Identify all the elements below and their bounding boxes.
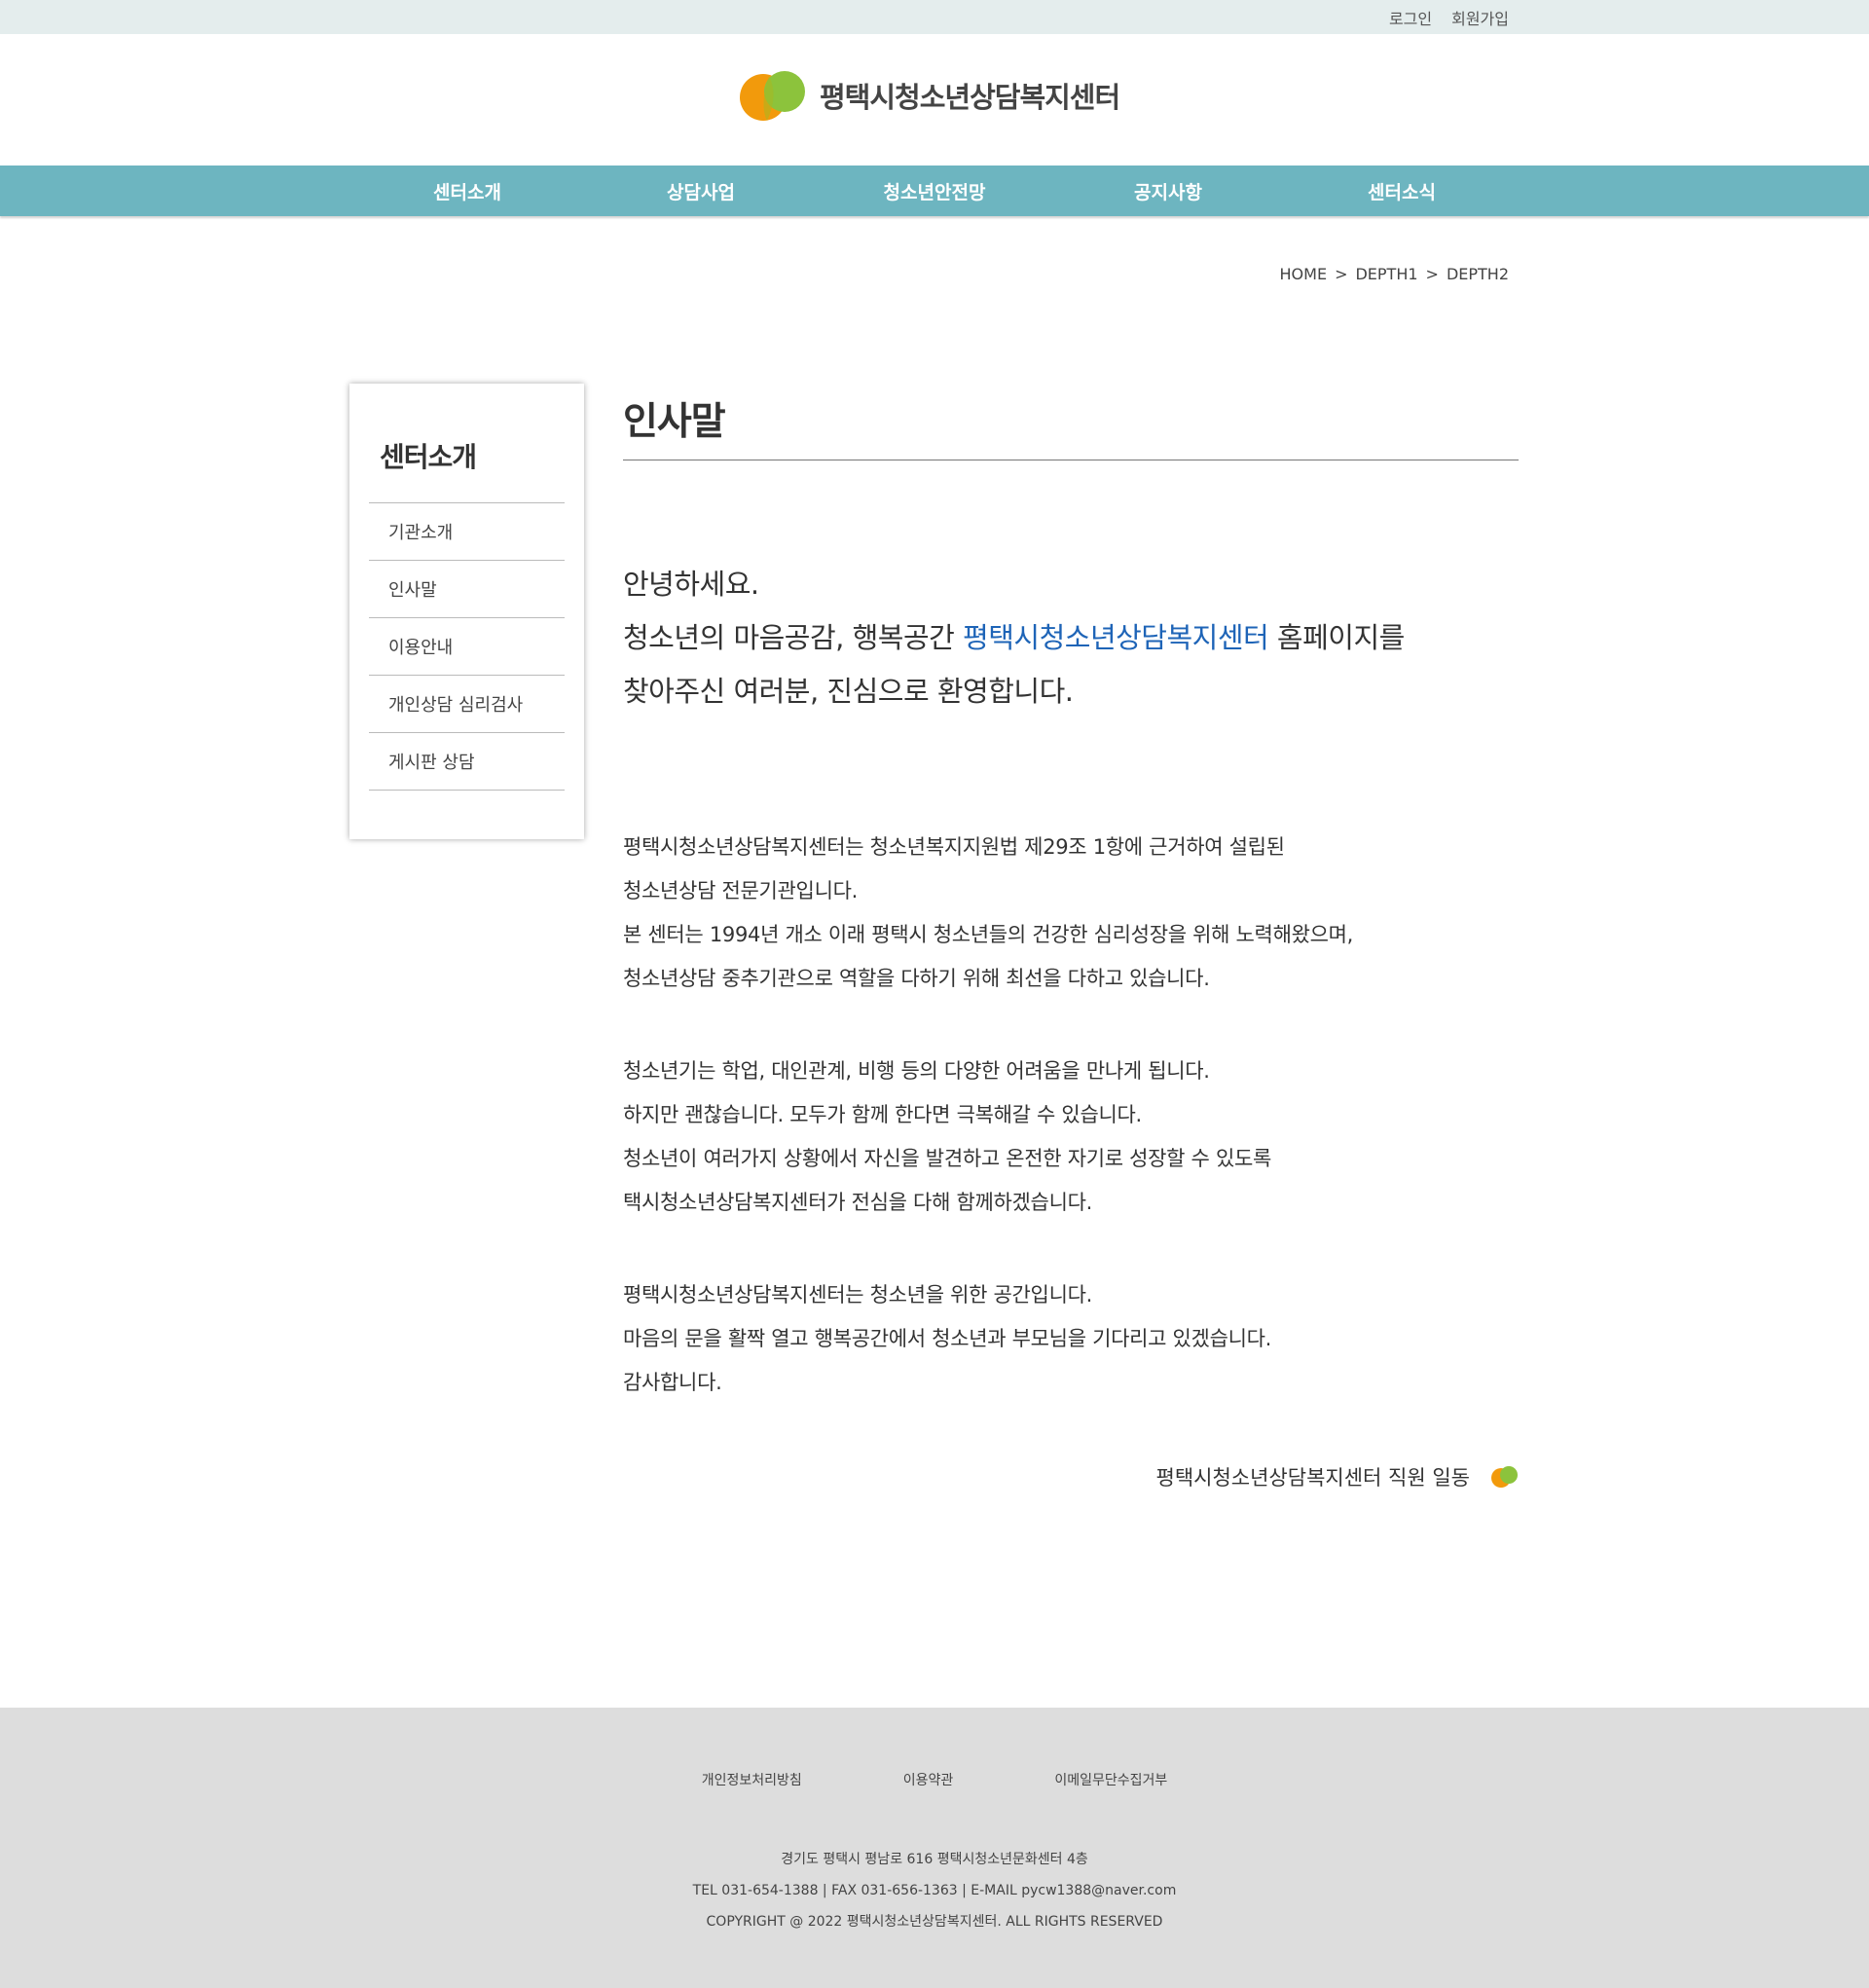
footer-info: 경기도 평택시 평남로 616 평택시청소년문화센터 4층 TEL 031-65… (0, 1844, 1869, 1937)
nav-item-counseling[interactable]: 상담사업 (584, 166, 818, 216)
footer: 개인정보처리방침 이용약관 이메일무단수집거부 경기도 평택시 평남로 616 … (0, 1708, 1869, 1988)
paragraph-line: 하지만 괜찮습니다. 모두가 함께 한다면 극복해갈 수 있습니다. (623, 1103, 1142, 1126)
paragraph-line: 택시청소년상담복지센터가 전심을 다해 함께하겠습니다. (623, 1191, 1092, 1214)
sidebar-title: 센터소개 (380, 441, 477, 473)
sidebar-item-psych-test[interactable]: 개인상담 심리검사 (369, 676, 565, 733)
main-navigation: 센터소개 상담사업 청소년안전망 공지사항 센터소식 (0, 166, 1869, 216)
greeting-block: 안녕하세요. 청소년의 마음공감, 행복공간 평택시청소년상담복지센터 홈페이지… (623, 558, 1519, 718)
greeting-line: 청소년의 마음공감, 행복공간 평택시청소년상담복지센터 홈페이지를 (623, 611, 1519, 665)
greeting-text: 홈페이지를 (1268, 621, 1405, 654)
top-links: 로그인 회원가입 (1389, 0, 1509, 34)
sidebar-item-org-intro[interactable]: 기관소개 (369, 503, 565, 561)
paragraph-adolescence: 청소년기는 학업, 대인관계, 비행 등의 다양한 어려움을 만나게 됩니다. … (623, 1049, 1519, 1225)
sidebar-item-greeting[interactable]: 인사말 (369, 561, 565, 618)
breadcrumb-separator: > (1335, 265, 1348, 283)
paragraph-closing: 평택시청소년상담복지센터는 청소년을 위한 공간입니다. 마음의 문을 활짝 열… (623, 1273, 1519, 1405)
site-logo[interactable]: 평택시청소년상담복지센터 (740, 66, 1120, 125)
paragraph-line: 청소년이 여러가지 상황에서 자신을 발견하고 온전한 자기로 성장할 수 있도… (623, 1147, 1272, 1170)
breadcrumb-home[interactable]: HOME (1280, 265, 1328, 283)
paragraph-line: 평택시청소년상담복지센터는 청소년복지지원법 제29조 1항에 근거하여 설립된 (623, 835, 1285, 859)
top-utility-bar: 로그인 회원가입 (0, 0, 1869, 34)
sidebar-item-board-counseling[interactable]: 게시판 상담 (369, 733, 565, 791)
breadcrumb-separator: > (1425, 265, 1439, 283)
page-title: 인사말 (623, 384, 1519, 460)
login-link[interactable]: 로그인 (1389, 6, 1432, 29)
greeting-text: 청소년의 마음공감, 행복공간 (623, 621, 964, 654)
heart-logo-icon (1491, 1466, 1518, 1488)
paragraph-line: 평택시청소년상담복지센터는 청소년을 위한 공간입니다. (623, 1283, 1092, 1307)
greeting-line: 찾아주신 여러분, 진심으로 환영합니다. (623, 675, 1074, 708)
signature-text: 평택시청소년상담복지센터 직원 일동 (1155, 1466, 1470, 1490)
main-content: 인사말 안녕하세요. 청소년의 마음공감, 행복공간 평택시청소년상담복지센터 … (623, 384, 1519, 1490)
footer-link-terms[interactable]: 이용약관 (903, 1770, 954, 1789)
signup-link[interactable]: 회원가입 (1451, 6, 1509, 29)
footer-link-privacy[interactable]: 개인정보처리방침 (702, 1770, 802, 1789)
heart-logo-icon (740, 71, 805, 121)
breadcrumb-depth1[interactable]: DEPTH1 (1355, 265, 1417, 283)
paragraph-intro: 평택시청소년상담복지센터는 청소년복지지원법 제29조 1항에 근거하여 설립된… (623, 826, 1519, 1001)
nav-item-news[interactable]: 센터소식 (1285, 166, 1519, 216)
nav-item-center-intro[interactable]: 센터소개 (350, 166, 584, 216)
greeting-line: 안녕하세요. (623, 568, 759, 601)
paragraph-line: 마음의 문을 활짝 열고 행복공간에서 청소년과 부모님을 기다리고 있겠습니다… (623, 1327, 1272, 1350)
sidebar: 센터소개 기관소개 인사말 이용안내 개인상담 심리검사 게시판 상담 (349, 384, 584, 839)
footer-copyright: COPYRIGHT @ 2022 평택시청소년상담복지센터. ALL RIGHT… (706, 1914, 1163, 1930)
logo-text: 평택시청소년상담복지센터 (820, 81, 1120, 114)
breadcrumb: HOME > DEPTH1 > DEPTH2 (1280, 265, 1509, 283)
footer-link-email-refusal[interactable]: 이메일무단수집거부 (1054, 1770, 1167, 1789)
greeting-highlight: 평택시청소년상담복지센터 (963, 621, 1269, 654)
paragraph-line: 감사합니다. (623, 1371, 722, 1394)
signature: 평택시청소년상담복지센터 직원 일동 (1156, 1462, 1519, 1491)
nav-item-notice[interactable]: 공지사항 (1051, 166, 1285, 216)
footer-address: 경기도 평택시 평남로 616 평택시청소년문화센터 4층 (781, 1852, 1088, 1867)
paragraph-line: 청소년상담 전문기관입니다. (623, 879, 858, 902)
paragraph-line: 청소년상담 중추기관으로 역할을 다하기 위해 최선을 다하고 있습니다. (623, 967, 1210, 990)
sidebar-item-usage-guide[interactable]: 이용안내 (369, 618, 565, 676)
footer-links: 개인정보처리방침 이용약관 이메일무단수집거부 (0, 1770, 1869, 1789)
paragraph-line: 청소년기는 학업, 대인관계, 비행 등의 다양한 어려움을 만나게 됩니다. (623, 1059, 1210, 1083)
footer-contact: TEL 031-654-1388 | FAX 031-656-1363 | E-… (692, 1883, 1177, 1898)
paragraph-line: 본 센터는 1994년 개소 이래 평택시 청소년들의 건강한 심리성장을 위해… (623, 923, 1354, 946)
nav-item-safety-net[interactable]: 청소년안전망 (818, 166, 1051, 216)
breadcrumb-depth2[interactable]: DEPTH2 (1447, 265, 1509, 283)
sidebar-menu: 기관소개 인사말 이용안내 개인상담 심리검사 게시판 상담 (369, 502, 565, 791)
